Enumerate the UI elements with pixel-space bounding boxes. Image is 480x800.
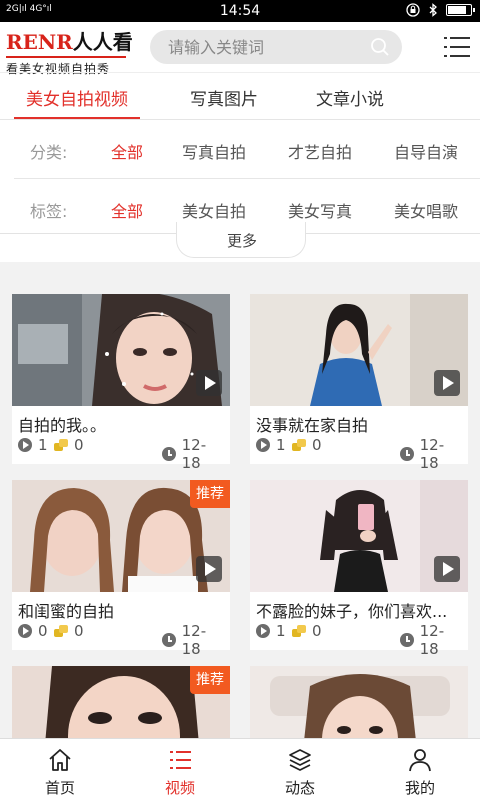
category-option-all[interactable]: 全部 [111,139,143,163]
coin-icon [292,625,306,637]
video-thumbnail[interactable] [250,480,468,592]
video-meta: 1 0 12-18 [18,436,224,472]
nav-profile[interactable]: 我的 [360,739,480,800]
home-icon [49,749,71,771]
play-icon[interactable] [434,370,460,396]
category-option-talent-selfie[interactable]: 才艺自拍 [288,139,352,163]
status-icons [406,3,475,17]
coin-icon [292,439,306,451]
play-count: 1 [276,622,286,640]
video-thumbnail[interactable]: 推荐 [12,666,230,738]
battery-icon [446,4,475,16]
video-title[interactable]: 自拍的我。。 [18,412,224,436]
nav-video-label: 视频 [164,779,195,797]
coin-count: 0 [312,622,322,640]
app-logo[interactable]: RENR人人看 看美女视频自拍秀 [6,26,136,76]
video-date: 12-18 [419,622,445,658]
video-card[interactable]: 推荐 [12,666,230,738]
video-thumbnail[interactable] [250,294,468,406]
play-count-icon [18,624,32,638]
play-count-icon [256,438,270,452]
tag-option-beauty-singing[interactable]: 美女唱歌 [394,198,458,222]
play-icon[interactable] [434,556,460,582]
video-card[interactable] [250,666,468,738]
clock-icon [162,447,176,461]
logo-underline [6,56,126,58]
video-date: 12-18 [181,436,207,472]
video-date: 12-18 [419,436,445,472]
tab-photos[interactable]: 写真图片 [190,85,258,110]
tag-option-beauty-portrait[interactable]: 美女写真 [288,198,352,222]
more-button[interactable]: 更多 [176,222,306,258]
nav-profile-label: 我的 [404,779,435,797]
status-bar: 2G|ıl 4G°ıl 14:54 [0,0,480,22]
clock-icon [400,633,414,647]
play-icon[interactable] [196,556,222,582]
clock-icon [162,633,176,647]
layers-icon [289,749,311,771]
more-label: 更多 [226,232,257,250]
thumbnail-image [250,666,468,738]
coin-count: 0 [312,436,322,454]
tag-label: 标签: [30,202,68,221]
coin-icon [54,625,68,637]
nav-feed-label: 动态 [284,779,315,797]
content-tabs: 美女自拍视频 写真图片 文章小说 [0,72,480,120]
video-thumbnail[interactable] [250,666,468,738]
video-meta: 1 0 12-18 [256,436,462,472]
tag-option-beauty-selfie[interactable]: 美女自拍 [182,198,246,222]
user-icon [409,749,431,772]
menu-button[interactable] [444,35,470,59]
clock-icon [400,447,414,461]
app-header: RENR人人看 看美女视频自拍秀 [0,22,480,76]
coin-count: 0 [74,436,84,454]
play-count: 1 [276,436,286,454]
recommended-badge: 推荐 [190,666,230,694]
nav-feed[interactable]: 动态 [240,739,360,800]
play-icon[interactable] [196,370,222,396]
play-count: 0 [38,622,48,640]
tab-selfie-videos[interactable]: 美女自拍视频 [26,85,128,110]
video-title[interactable]: 和闺蜜的自拍 [18,598,224,622]
bottom-nav: 首页 视频 动态 我的 [0,738,480,800]
logo-brand: RENR [6,30,73,54]
nav-home-label: 首页 [44,779,75,797]
video-grid: 自拍的我。。 1 0 12-18 没事就在家自拍 1 0 12-18 推荐 和闺… [0,262,480,738]
video-card[interactable]: 不露脸的妹子，你们喜欢... 1 0 12-18 [250,480,468,658]
recommended-badge: 推荐 [190,480,230,508]
tag-option-all[interactable]: 全部 [111,198,143,222]
video-thumbnail[interactable] [12,294,230,406]
video-date: 12-18 [181,622,207,658]
nav-video[interactable]: 视频 [120,739,240,800]
search-icon[interactable] [370,37,390,57]
nav-home[interactable]: 首页 [0,739,120,800]
logo-brand-cn: 人人看 [72,30,133,54]
video-thumbnail[interactable]: 推荐 [12,480,230,592]
filter-divider [14,178,480,179]
category-filter-row: 分类: 全部 写真自拍 才艺自拍 自导自演 [0,120,480,178]
video-title[interactable]: 没事就在家自拍 [256,412,462,436]
category-option-self-directed[interactable]: 自导自演 [394,139,458,163]
video-meta: 1 0 12-18 [256,622,462,658]
video-card[interactable]: 自拍的我。。 1 0 12-18 [12,294,230,472]
video-card[interactable]: 没事就在家自拍 1 0 12-18 [250,294,468,472]
active-tab-indicator [14,117,140,119]
play-count-icon [18,438,32,452]
more-toggle[interactable]: 更多 [0,222,480,262]
bluetooth-icon [429,3,437,17]
coin-count: 0 [74,622,84,640]
tab-articles[interactable]: 文章小说 [316,85,384,110]
search-box[interactable] [150,30,402,64]
coin-icon [54,439,68,451]
video-meta: 0 0 12-18 [18,622,224,658]
lock-rotation-icon [406,3,420,17]
video-title[interactable]: 不露脸的妹子，你们喜欢... [256,598,462,622]
search-input[interactable] [168,30,358,64]
list-icon [170,751,191,769]
play-count-icon [256,624,270,638]
video-card[interactable]: 推荐 和闺蜜的自拍 0 0 12-18 [12,480,230,658]
category-label: 分类: [30,143,68,162]
category-option-photo-selfie[interactable]: 写真自拍 [182,139,246,163]
play-count: 1 [38,436,48,454]
